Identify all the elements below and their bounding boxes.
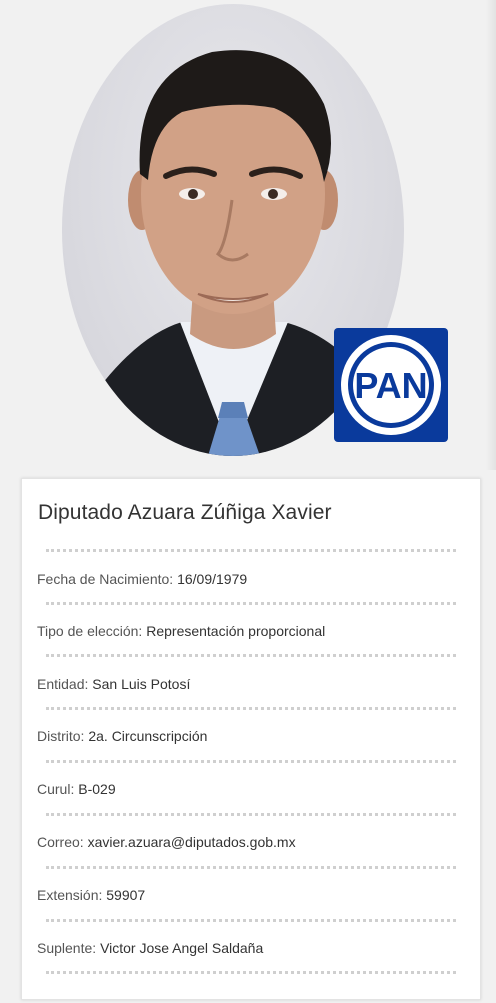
dotted-divider: [46, 866, 456, 869]
detail-label: Extensión:: [37, 887, 103, 903]
detail-row-state: Entidad: San Luis Potosí: [37, 676, 190, 692]
detail-label: Entidad:: [37, 676, 89, 692]
detail-row-election-type: Tipo de elección: Representación proporc…: [37, 623, 325, 639]
party-logo-text: PAN: [354, 365, 427, 406]
dotted-divider: [46, 971, 456, 974]
detail-label: Tipo de elección:: [37, 623, 143, 639]
detail-value: 59907: [106, 887, 146, 903]
detail-value: 16/09/1979: [177, 571, 248, 587]
detail-label: Suplente:: [37, 940, 97, 956]
pan-logo-icon: PAN: [341, 335, 441, 435]
detail-label: Curul:: [37, 781, 75, 797]
portrait-section: PAN: [62, 4, 448, 456]
detail-value: xavier.azuara@diputados.gob.mx: [87, 834, 296, 850]
detail-label: Fecha de Nacimiento:: [37, 571, 174, 587]
detail-value: Representación proporcional: [146, 623, 326, 639]
detail-row-extension: Extensión: 59907: [37, 887, 145, 903]
deputy-info-card: Diputado Azuara Zúñiga Xavier Fecha de N…: [21, 478, 481, 1000]
detail-value: Victor Jose Angel Saldaña: [100, 940, 264, 956]
dotted-divider: [46, 549, 456, 552]
detail-row-birthdate: Fecha de Nacimiento: 16/09/1979: [37, 571, 247, 587]
detail-label: Correo:: [37, 834, 84, 850]
dotted-divider: [46, 813, 456, 816]
detail-value: B-029: [78, 781, 116, 797]
detail-row-seat: Curul: B-029: [37, 781, 116, 797]
detail-row-email: Correo: xavier.azuara@diputados.gob.mx: [37, 834, 296, 850]
detail-row-substitute: Suplente: Victor Jose Angel Saldaña: [37, 940, 263, 956]
dotted-divider: [46, 707, 456, 710]
dotted-divider: [46, 760, 456, 763]
detail-row-district: Distrito: 2a. Circunscripción: [37, 728, 207, 744]
detail-value: 2a. Circunscripción: [88, 728, 208, 744]
page-edge-shade: [486, 0, 496, 470]
dotted-divider: [46, 602, 456, 605]
deputy-name-title: Diputado Azuara Zúñiga Xavier: [38, 501, 332, 524]
detail-label: Distrito:: [37, 728, 85, 744]
dotted-divider: [46, 919, 456, 922]
detail-value: San Luis Potosí: [92, 676, 191, 692]
party-logo: PAN: [334, 328, 448, 442]
dotted-divider: [46, 654, 456, 657]
